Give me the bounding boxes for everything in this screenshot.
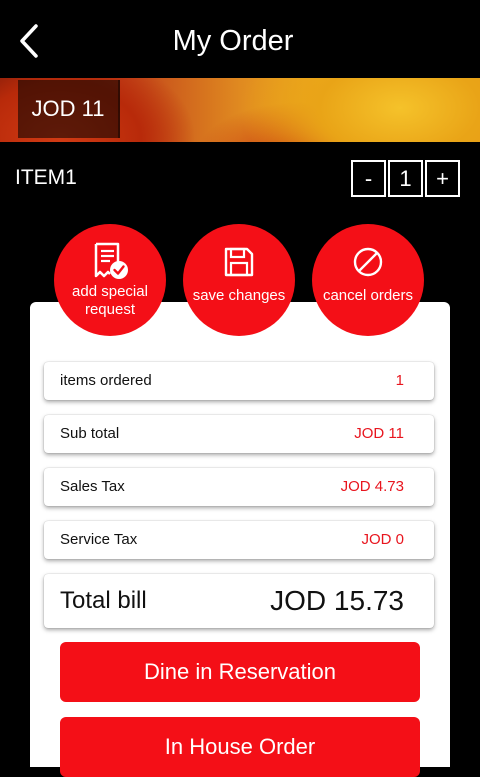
add-special-request-button[interactable]: add special request bbox=[54, 224, 166, 336]
prohibited-icon bbox=[353, 247, 383, 277]
sub-total-row: Sub total JOD 11 bbox=[44, 415, 434, 453]
save-changes-label: save changes bbox=[192, 287, 286, 304]
floppy-disk-icon bbox=[224, 247, 254, 277]
page-title: My Order bbox=[172, 25, 294, 57]
add-special-request-label-line1: add special bbox=[72, 283, 148, 300]
save-changes-button[interactable]: save changes bbox=[183, 224, 295, 336]
dine-in-reservation-button[interactable]: Dine in Reservation bbox=[60, 642, 420, 702]
sub-total-value: JOD 11 bbox=[354, 425, 404, 442]
items-ordered-label: items ordered bbox=[60, 372, 152, 389]
total-bill-label: Total bill bbox=[60, 587, 147, 614]
service-tax-row: Service Tax JOD 0 bbox=[44, 521, 434, 559]
cancel-orders-label: cancel orders bbox=[322, 287, 414, 304]
item-row: ITEM1 - 1 + bbox=[0, 142, 480, 222]
items-ordered-row: items ordered 1 bbox=[44, 362, 434, 400]
increase-quantity-button[interactable]: + bbox=[425, 160, 460, 197]
sales-tax-row: Sales Tax JOD 4.73 bbox=[44, 468, 434, 506]
item-name: ITEM1 bbox=[15, 166, 77, 189]
price-tag: JOD 11 bbox=[18, 80, 120, 138]
sales-tax-label: Sales Tax bbox=[60, 478, 125, 495]
add-special-request-label-line2: request bbox=[84, 301, 136, 318]
sub-total-label: Sub total bbox=[60, 425, 120, 442]
decrease-quantity-button[interactable]: - bbox=[351, 160, 386, 197]
in-house-order-button[interactable]: In House Order bbox=[60, 717, 420, 777]
service-tax-label: Service Tax bbox=[60, 531, 138, 548]
cancel-orders-button[interactable]: cancel orders bbox=[312, 224, 424, 336]
app-header: My Order bbox=[0, 0, 480, 78]
quantity-stepper: - 1 + bbox=[351, 160, 462, 200]
total-bill-row: Total bill JOD 15.73 bbox=[44, 574, 434, 628]
items-ordered-value: 1 bbox=[395, 372, 404, 389]
quantity-value: 1 bbox=[388, 160, 423, 197]
total-bill-value: JOD 15.73 bbox=[270, 585, 404, 616]
note-check-icon bbox=[94, 242, 128, 279]
service-tax-value: JOD 0 bbox=[361, 531, 404, 548]
sales-tax-value: JOD 4.73 bbox=[340, 478, 404, 495]
